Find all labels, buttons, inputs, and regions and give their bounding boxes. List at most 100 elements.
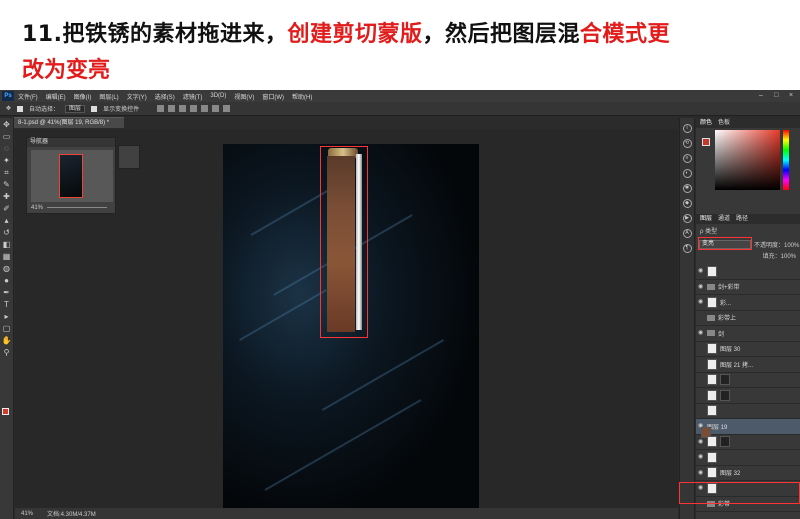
eye-icon[interactable]: ◉ (698, 284, 704, 290)
eye-icon[interactable] (698, 346, 704, 352)
eye-icon[interactable]: ◉ (698, 299, 704, 305)
path-select-icon[interactable]: ▸ (2, 312, 12, 322)
opacity-field[interactable]: 不透明度：100% (754, 240, 799, 249)
info-icon[interactable]: i (682, 124, 692, 133)
auto-select-checkbox[interactable] (17, 105, 24, 112)
layer-row[interactable]: ◉ (696, 450, 800, 466)
character-icon[interactable]: A (682, 229, 692, 238)
close-icon[interactable]: × (789, 92, 796, 99)
eyedropper-icon[interactable]: ✎ (2, 180, 12, 190)
type-tool-icon[interactable]: T (2, 300, 12, 310)
layer-row[interactable]: 图层 30 (696, 342, 800, 357)
layer-row[interactable]: ◉ 剑+彩带 (696, 280, 800, 295)
menu-filter[interactable]: 滤镜(T) (183, 92, 203, 101)
eye-icon[interactable]: ◉ (698, 470, 704, 476)
adjustments-icon[interactable]: ◐ (682, 169, 692, 178)
zoom-tool-icon[interactable]: ⚲ (2, 348, 12, 358)
eye-icon[interactable]: ◉ (698, 439, 704, 445)
layer-row[interactable]: ◉ (696, 264, 800, 280)
menu-type[interactable]: 文字(Y) (127, 92, 147, 101)
blur-tool-icon[interactable]: ◍ (2, 264, 12, 274)
menu-edit[interactable]: 编辑(E) (46, 92, 66, 101)
eye-icon[interactable] (698, 408, 704, 414)
eraser-tool-icon[interactable]: ◧ (2, 240, 12, 250)
layer-thumbnail (707, 265, 717, 277)
eye-icon[interactable] (698, 361, 704, 367)
lasso-tool-icon[interactable]: ◌ (2, 144, 12, 154)
paragraph-icon[interactable]: ¶ (682, 244, 692, 253)
menu-file[interactable]: 文件(F) (18, 92, 38, 101)
align-center-icon[interactable] (201, 105, 209, 112)
layer-row-selected[interactable]: ◉图层 19 (696, 419, 800, 438)
tab-layers[interactable]: 图层 (700, 214, 712, 224)
color-field[interactable] (715, 130, 780, 190)
show-transform-checkbox[interactable] (91, 105, 98, 112)
navigator-zoom-slider[interactable] (47, 207, 107, 208)
menu-view[interactable]: 视图(V) (234, 92, 254, 101)
hand-tool-icon[interactable]: ✋ (2, 336, 12, 346)
brush-tool-icon[interactable]: ✐ (2, 204, 12, 214)
layer-row[interactable]: ◉ 图层 32 (696, 466, 800, 481)
menu-layer[interactable]: 图层(L) (99, 92, 118, 101)
color-panel-foreground[interactable] (702, 138, 710, 146)
navigator-preview[interactable] (31, 150, 113, 202)
align-bottom-icon[interactable] (179, 105, 187, 112)
align-middle-icon[interactable] (168, 105, 176, 112)
status-zoom[interactable]: 41% (21, 511, 33, 517)
document-tab[interactable]: 8-1.psd @ 41%(图层 19, RGB/8) * (14, 117, 124, 128)
maximize-icon[interactable]: □ (774, 92, 781, 99)
layer-row[interactable]: ◉ (696, 435, 800, 450)
auto-select-dropdown[interactable]: 图层 (65, 104, 86, 113)
eye-icon[interactable]: ◉ (698, 454, 704, 460)
menu-help[interactable]: 帮助(H) (292, 92, 312, 101)
crop-tool-icon[interactable]: ⌗ (2, 168, 12, 178)
move-tool-icon[interactable]: ✥ (2, 120, 12, 130)
tab-color[interactable]: 颜色 (700, 118, 712, 128)
layer-row[interactable]: 彩带上 (696, 311, 800, 326)
layer-row[interactable] (696, 404, 800, 419)
tab-swatches[interactable]: 色板 (718, 118, 730, 128)
align-right-icon[interactable] (212, 105, 220, 112)
dodge-tool-icon[interactable]: ● (2, 276, 12, 286)
eye-icon[interactable]: ◉ (698, 330, 704, 336)
marquee-tool-icon[interactable]: ▭ (2, 132, 12, 142)
history-brush-icon[interactable]: ↺ (2, 228, 12, 238)
minimize-icon[interactable]: – (759, 92, 766, 99)
filter-kind-dropdown[interactable]: ρ 类型 (700, 226, 717, 235)
eye-icon[interactable] (698, 315, 704, 321)
tab-paths[interactable]: 路径 (736, 214, 748, 224)
shape-tool-icon[interactable]: ▢ (2, 324, 12, 334)
eye-icon[interactable] (698, 392, 704, 398)
play-icon[interactable]: ▶ (682, 214, 692, 223)
history-icon[interactable]: ⟲ (682, 139, 692, 148)
fill-field[interactable]: 填充：100% (696, 251, 800, 261)
layer-row[interactable]: 图层 21 拷... (696, 357, 800, 373)
distribute-icon[interactable] (223, 105, 231, 112)
layer-row[interactable] (696, 373, 800, 388)
align-top-icon[interactable] (157, 105, 165, 112)
layer-row[interactable]: ◉ 剑 (696, 326, 800, 342)
styles-icon[interactable]: ✱ (682, 184, 692, 193)
collapsed-panel[interactable] (118, 145, 140, 169)
align-left-icon[interactable] (190, 105, 198, 112)
layer-row[interactable]: ◉ 彩... (696, 295, 800, 311)
gradient-tool-icon[interactable]: ▦ (2, 252, 12, 262)
eye-icon[interactable]: ◉ (698, 268, 704, 274)
move-tool-icon[interactable]: ✥ (6, 105, 11, 112)
pen-tool-icon[interactable]: ✒ (2, 288, 12, 298)
healing-brush-icon[interactable]: ✚ (2, 192, 12, 202)
menu-select[interactable]: 选择(S) (155, 92, 175, 101)
tab-channels[interactable]: 通道 (718, 214, 730, 224)
magic-wand-icon[interactable]: ✦ (2, 156, 12, 166)
navigator-zoom[interactable]: 41% (31, 205, 43, 211)
properties-icon[interactable]: ≡ (682, 154, 692, 163)
foreground-color-swatch[interactable] (2, 408, 9, 415)
layer-row[interactable] (696, 388, 800, 404)
3d-icon[interactable]: ◆ (682, 199, 692, 208)
hue-slider[interactable] (783, 130, 789, 190)
menu-image[interactable]: 图像(I) (74, 92, 92, 101)
menu-3d[interactable]: 3D(D) (210, 93, 226, 99)
menu-window[interactable]: 窗口(W) (262, 92, 284, 101)
stamp-tool-icon[interactable]: ▴ (2, 216, 12, 226)
eye-icon[interactable] (698, 377, 704, 383)
